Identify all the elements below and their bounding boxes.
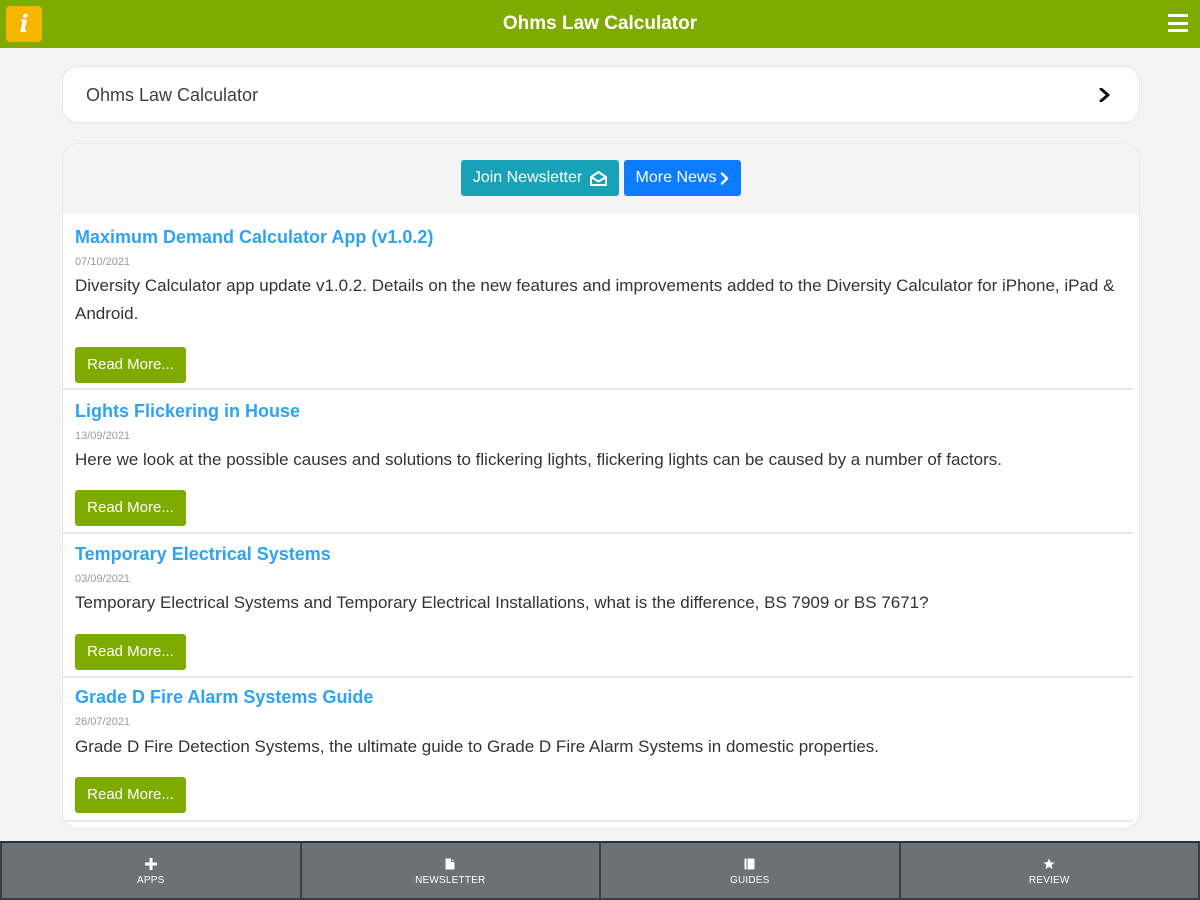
tab-guides-label: GUIDES (729, 874, 770, 886)
read-more-button[interactable]: Read More... (75, 777, 186, 813)
news-item: Temporary Electrical Systems 03/09/2021 … (63, 534, 1133, 678)
book-icon (744, 858, 755, 869)
news-item-date: 13/09/2021 (75, 430, 131, 442)
tab-apps-label: APPS (137, 874, 165, 886)
news-header: Join Newsletter More News (63, 144, 1139, 214)
tab-newsletter[interactable]: NEWSLETTER (301, 841, 601, 900)
read-more-button[interactable]: Read More... (75, 490, 186, 526)
news-item-description: Here we look at the possible causes and … (75, 450, 1002, 469)
chevron-right-icon (721, 171, 729, 185)
news-item-title[interactable]: Temporary Electrical Systems (75, 544, 331, 565)
news-item-date: 07/10/2021 (75, 256, 131, 268)
top-bar: i Ohms Law Calculator (0, 0, 1200, 48)
more-news-button[interactable]: More News (624, 160, 741, 196)
tab-review-label: REVIEW (1028, 874, 1070, 886)
join-newsletter-button[interactable]: Join Newsletter (461, 160, 619, 196)
news-item-description: Temporary Electrical Systems and Tempora… (75, 593, 929, 612)
read-more-button[interactable]: Read More... (75, 634, 186, 670)
tab-guides[interactable]: GUIDES (601, 841, 901, 900)
tab-apps[interactable]: APPS (0, 841, 302, 900)
news-item: Maximum Demand Calculator App (v1.0.2) 0… (63, 214, 1133, 390)
read-more-button[interactable]: Read More... (75, 347, 186, 383)
news-item-title[interactable]: Lights Flickering in House (75, 401, 300, 422)
file-icon (445, 858, 455, 869)
news-card: Join Newsletter More News Maximum Demand… (62, 143, 1140, 829)
tab-review[interactable]: REVIEW (900, 841, 1200, 900)
news-item-title[interactable]: Maximum Demand Calculator App (v1.0.2) (75, 227, 433, 248)
news-item-title[interactable]: Grade D Fire Alarm Systems Guide (75, 687, 373, 708)
news-item: Lights Flickering in House 13/09/2021 He… (63, 390, 1133, 534)
join-newsletter-label: Join Newsletter (472, 169, 583, 186)
hamburger-menu-icon[interactable] (1168, 14, 1188, 32)
news-item-date: 26/07/2021 (75, 716, 131, 728)
tab-newsletter-label: NEWSLETTER (415, 874, 486, 886)
more-news-label: More News (635, 169, 717, 186)
news-item-description: Grade D Fire Detection Systems, the ulti… (75, 737, 880, 756)
breadcrumb[interactable]: Ohms Law Calculator (62, 66, 1140, 123)
news-item: Grade D Fire Alarm Systems Guide 26/07/2… (63, 678, 1133, 822)
bottom-tab-bar: APPS NEWSLETTER GUIDES REVIEW (0, 841, 1200, 900)
envelope-open-icon (590, 170, 608, 186)
breadcrumb-label: Ohms Law Calculator (86, 85, 259, 105)
page-title: Ohms Law Calculator (502, 13, 698, 34)
star-icon (1043, 858, 1055, 869)
news-item-date: 03/09/2021 (75, 573, 131, 585)
plus-icon (144, 857, 157, 870)
chevron-right-icon (1099, 88, 1110, 102)
news-item-description: Diversity Calculator app update v1.0.2. … (75, 276, 1115, 323)
